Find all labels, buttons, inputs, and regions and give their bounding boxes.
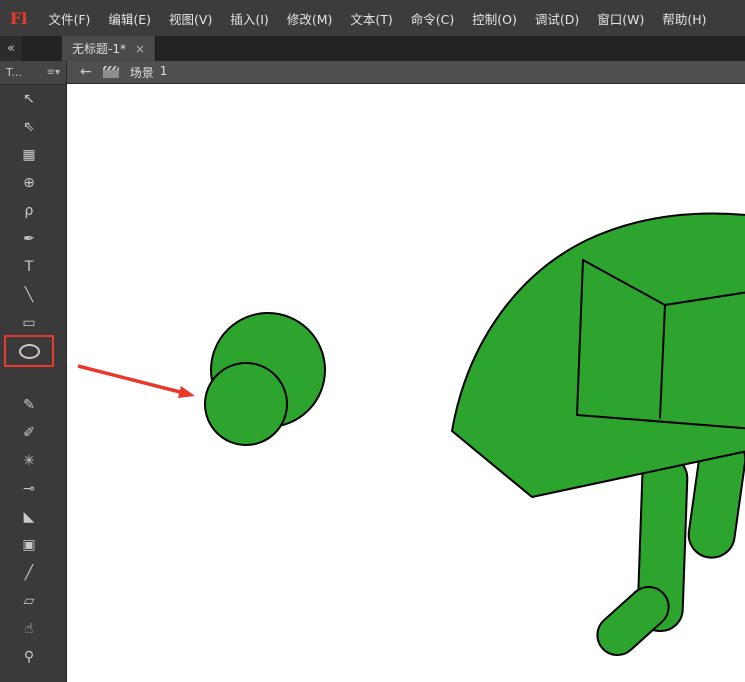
menu-item-control[interactable]: 控制(O) xyxy=(463,9,526,28)
panel-menu-icon[interactable]: ≡▾ xyxy=(47,67,60,78)
turtle-shell[interactable] xyxy=(452,214,745,497)
document-tab[interactable]: 无标题-1* × xyxy=(62,36,156,61)
lasso-tool[interactable]: ρ xyxy=(6,197,52,225)
menu-item-edit[interactable]: 编辑(E) xyxy=(99,9,160,28)
tool-group-divider xyxy=(0,365,66,391)
app-logo: Fl xyxy=(10,9,27,28)
tools-list: ↖⇖▦⊕ρ✒T╲▭ ✎✐✳⊸◣▣╱▱☝⚲ xyxy=(0,85,66,671)
pencil-tool[interactable]: ✎ xyxy=(6,391,52,419)
menu-bar: Fl 文件(F)编辑(E)视图(V)插入(I)修改(M)文本(T)命令(C)控制… xyxy=(0,0,745,37)
menu-item-help[interactable]: 帮助(H) xyxy=(653,9,715,28)
scene-label: 场景 xyxy=(130,64,154,81)
annotation-arrow xyxy=(78,366,195,398)
tab-bar-gap xyxy=(22,36,62,61)
pen-tool[interactable]: ✒ xyxy=(6,225,52,253)
menu-item-window[interactable]: 窗口(W) xyxy=(588,9,653,28)
document-tab-label: 无标题-1* xyxy=(72,40,126,57)
menu-item-text[interactable]: 文本(T) xyxy=(341,9,401,28)
menu-item-commands[interactable]: 命令(C) xyxy=(402,9,463,28)
stage-canvas[interactable] xyxy=(67,84,745,682)
scene-breadcrumb[interactable]: 场景 1 xyxy=(130,64,168,81)
turtle-head-small-circle[interactable] xyxy=(205,363,287,445)
3d-rotation-tool[interactable]: ⊕ xyxy=(6,169,52,197)
line-tool[interactable]: ╲ xyxy=(6,281,52,309)
text-tool[interactable]: T xyxy=(6,253,52,281)
menu-item-debug[interactable]: 调试(D) xyxy=(526,9,588,28)
free-transform-tool[interactable]: ▦ xyxy=(6,141,52,169)
ink-bottle-tool[interactable]: ▣ xyxy=(6,531,52,559)
oval-tool[interactable] xyxy=(6,337,52,365)
menu-item-insert[interactable]: 插入(I) xyxy=(221,9,277,28)
close-tab-icon[interactable]: × xyxy=(135,42,145,56)
menu-item-view[interactable]: 视图(V) xyxy=(160,9,221,28)
eyedropper-tool[interactable]: ╱ xyxy=(6,559,52,587)
document-tab-bar: « 无标题-1* × xyxy=(0,36,745,61)
subselection-tool[interactable]: ⇖ xyxy=(6,113,52,141)
menu-item-file[interactable]: 文件(F) xyxy=(39,9,99,28)
menu-items: 文件(F)编辑(E)视图(V)插入(I)修改(M)文本(T)命令(C)控制(O)… xyxy=(39,9,715,28)
back-arrow-icon[interactable]: ← xyxy=(80,64,92,80)
rectangle-tool[interactable]: ▭ xyxy=(6,309,52,337)
tools-panel: T... ≡▾ ↖⇖▦⊕ρ✒T╲▭ ✎✐✳⊸◣▣╱▱☝⚲ xyxy=(0,61,67,682)
selection-tool[interactable]: ↖ xyxy=(6,85,52,113)
brush-tool[interactable]: ✐ xyxy=(6,419,52,447)
paint-bucket-tool[interactable]: ◣ xyxy=(6,503,52,531)
tools-panel-header: T... ≡▾ xyxy=(0,61,66,85)
deco-tool[interactable]: ✳ xyxy=(6,447,52,475)
zoom-tool[interactable]: ⚲ xyxy=(6,643,52,671)
hand-tool[interactable]: ☝ xyxy=(6,615,52,643)
edit-bar: ← 场景 1 xyxy=(67,61,745,84)
collapse-panels-icon[interactable]: « xyxy=(0,36,22,61)
oval-icon xyxy=(19,344,40,359)
eraser-tool[interactable]: ▱ xyxy=(6,587,52,615)
bone-tool[interactable]: ⊸ xyxy=(6,475,52,503)
scene-clapperboard-icon xyxy=(103,66,119,78)
scene-number: 1 xyxy=(160,64,168,81)
menu-item-modify[interactable]: 修改(M) xyxy=(278,9,342,28)
tools-panel-title: T... xyxy=(6,66,22,79)
